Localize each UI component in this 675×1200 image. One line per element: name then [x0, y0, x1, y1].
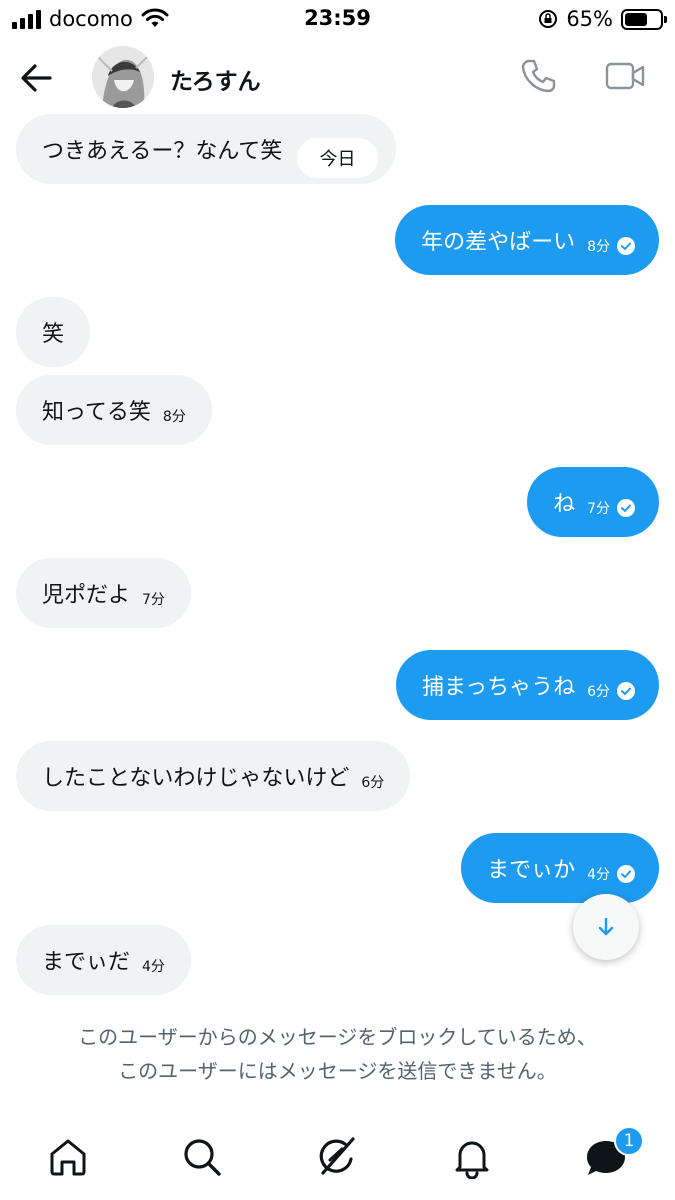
message-bubble-received[interactable]: したことないわけじゃないけど 6分	[16, 741, 411, 811]
message-time: 6分	[361, 775, 385, 791]
arrow-down-icon	[598, 917, 614, 936]
message-time: 8分	[587, 239, 610, 255]
message-text: までぃだ	[42, 950, 131, 975]
message-text: 年の差やばーい	[421, 230, 576, 255]
message-bubble-sent[interactable]: 年の差やばーい 8分	[395, 205, 659, 275]
search-icon[interactable]	[180, 1135, 224, 1179]
blocked-notice-line2: このユーザーにはメッセージを送信できません。	[118, 1059, 557, 1083]
back-arrow-icon[interactable]	[16, 58, 56, 98]
conversation-header: たろすん	[0, 40, 675, 114]
message-bubble-received[interactable]: までぃだ 4分	[16, 925, 191, 995]
message-text: 知ってる笑	[42, 400, 151, 425]
status-bar: docomo 23:59 65%	[0, 0, 675, 40]
avatar[interactable]	[92, 46, 154, 108]
contact-name[interactable]: たろすん	[170, 62, 261, 96]
message-text: 笑	[42, 322, 65, 347]
sent-check-icon	[617, 499, 635, 517]
phone-icon[interactable]	[518, 56, 558, 96]
scroll-to-bottom-button[interactable]	[573, 894, 639, 960]
blocked-notice-line1: このユーザーからのメッセージをブロックしているため、	[78, 1025, 597, 1049]
home-icon[interactable]	[46, 1135, 90, 1179]
message-text: 児ポだよ	[42, 583, 131, 608]
message-time: 6分	[587, 684, 610, 700]
message-bubble-received[interactable]: 知ってる笑 8分	[16, 375, 212, 445]
message-text: つきあえるー？なんて笑	[42, 139, 283, 164]
message-bubble-sent[interactable]: までぃか 4分	[461, 833, 659, 903]
message-bubble-sent[interactable]: ね 7分	[527, 467, 659, 537]
message-text: したことないわけじゃないけど	[42, 766, 350, 791]
message-time: 8分	[162, 409, 186, 425]
message-bubble-received[interactable]: 笑	[16, 297, 91, 367]
message-time: 7分	[587, 501, 610, 517]
message-time: 7分	[142, 592, 165, 608]
blocked-notice: このユーザーからのメッセージをブロックしているため、 このユーザーにはメッセージ…	[0, 1020, 675, 1088]
battery-level	[625, 12, 648, 26]
status-right: 65%	[538, 7, 667, 31]
message-text: 捕まっちゃうね	[421, 675, 576, 700]
grok-icon[interactable]	[315, 1135, 359, 1179]
notifications-bell-icon[interactable]	[450, 1135, 494, 1179]
message-bubble-received[interactable]: 児ポだよ 7分	[16, 558, 191, 628]
video-camera-icon[interactable]	[604, 58, 646, 94]
battery-percent: 65%	[566, 7, 613, 31]
sent-check-icon	[617, 682, 635, 700]
message-text: ね	[553, 492, 576, 517]
day-separator: 今日	[297, 138, 378, 178]
bottom-nav	[0, 1115, 675, 1200]
battery-icon	[621, 8, 667, 30]
sent-check-icon	[617, 237, 635, 255]
sent-check-icon	[617, 865, 635, 883]
message-time: 4分	[142, 959, 165, 975]
message-text: までぃか	[487, 858, 576, 883]
message-bubble-sent[interactable]: 捕まっちゃうね 6分	[395, 650, 659, 720]
orientation-lock-icon	[539, 10, 558, 28]
message-time: 4分	[587, 867, 610, 883]
avatar-image	[92, 46, 154, 108]
messages-badge: 1	[614, 1126, 644, 1156]
